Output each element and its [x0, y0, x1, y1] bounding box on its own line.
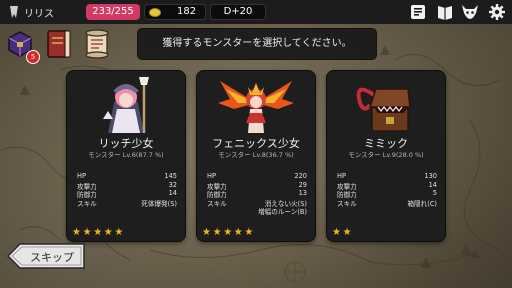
star-icon: ★	[114, 227, 124, 238]
skill-value: 箱隠れ(C)	[407, 199, 437, 208]
scroll-icon[interactable]	[82, 28, 112, 60]
instruction-banner: 獲得するモンスターを選択してください。	[137, 28, 377, 60]
star-icon: ★	[212, 227, 222, 238]
attack-value: 29	[298, 180, 307, 189]
hp-value: 220	[294, 172, 307, 180]
player-name: リリス	[24, 9, 54, 20]
star-icon: ★	[332, 227, 341, 238]
star-icon: ★	[202, 227, 211, 238]
hp-label: HP	[77, 172, 86, 180]
gold-value: 182	[177, 6, 197, 17]
monster-level: モンスター Lv.6(87.7 %)	[88, 151, 164, 159]
monster-stats: HP 220 攻撃力 29 防御力 13 スキル 消えない火(S) 増幅のルーン(B)	[207, 172, 307, 216]
skip-label: スキップ	[30, 251, 74, 264]
inventory-icon[interactable]	[409, 3, 427, 21]
star-icon: ★	[233, 227, 243, 238]
top-status-bar: リリス 233/255 182 D+20	[0, 0, 512, 24]
coin-icon	[149, 8, 161, 17]
monster-stats: HP 130 攻撃力 14 防御力 5 スキル 箱隠れ(C)	[337, 172, 437, 208]
attack-value: 32	[168, 180, 177, 189]
skill-label: スキル	[77, 199, 97, 208]
rank-icon	[10, 6, 18, 18]
gold-counter: 182	[144, 4, 206, 20]
book-icon[interactable]	[436, 3, 454, 21]
star-icon: ★	[93, 227, 103, 238]
day-counter: D+20	[210, 4, 266, 20]
star-icon: ★	[342, 227, 352, 238]
lich-girl-sprite	[103, 77, 149, 133]
star-icon: ★	[223, 227, 233, 238]
defense-value: 13	[298, 189, 307, 197]
hp-counter: 233/255	[86, 4, 140, 20]
rarity-stars: ★ ★ ★ ★ ★	[202, 228, 254, 238]
monster-card-lich-girl[interactable]: リッチ少女 モンスター Lv.6(87.7 %) HP 145 攻撃力 32 防御力…	[67, 71, 185, 241]
phoenix-girl-sprite	[218, 81, 294, 133]
star-icon: ★	[82, 227, 92, 238]
spellbook-icon[interactable]	[45, 28, 73, 60]
hp-label: HP	[337, 172, 346, 180]
skill-label: スキル	[337, 199, 357, 208]
rarity-stars: ★ ★	[332, 228, 352, 238]
settings-gear-icon[interactable]	[488, 3, 506, 21]
monster-card-mimic[interactable]: ミミック モンスター Lv.9(28.0 %) HP 130 攻撃力 14 防御力 5…	[327, 71, 445, 241]
defense-value: 5	[432, 189, 437, 197]
attack-value: 14	[428, 180, 437, 189]
hp-label: HP	[207, 172, 216, 180]
monster-level: モンスター Lv.8(36.7 %)	[218, 151, 294, 159]
defense-value: 14	[168, 189, 177, 197]
star-icon: ★	[244, 227, 254, 238]
skill-value: 死体爆発(S)	[141, 199, 177, 208]
hp-value: 145	[164, 172, 177, 180]
star-icon: ★	[72, 227, 81, 238]
demon-mask-icon[interactable]	[461, 3, 479, 21]
monster-level: モンスター Lv.9(28.0 %)	[348, 151, 424, 159]
notification-badge: 5	[26, 50, 40, 64]
mimic-chest-sprite	[356, 87, 411, 132]
star-icon: ★	[103, 227, 113, 238]
skip-button[interactable]: スキップ	[6, 243, 86, 269]
skill-value: 増幅のルーン(B)	[258, 208, 307, 216]
monster-stats: HP 145 攻撃力 32 防御力 14 スキル 死体爆発(S)	[77, 172, 177, 208]
rarity-stars: ★ ★ ★ ★ ★	[72, 228, 124, 238]
hp-value: 130	[424, 172, 437, 180]
monster-card-phoenix-girl[interactable]: フェニックス少女 モンスター Lv.8(36.7 %) HP 220 攻撃力 29 …	[197, 71, 315, 241]
